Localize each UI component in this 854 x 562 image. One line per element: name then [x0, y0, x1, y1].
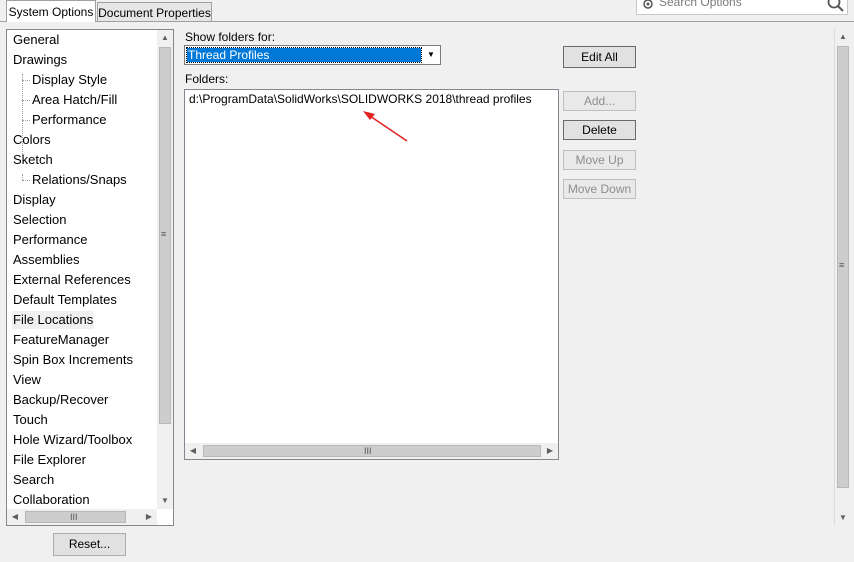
scroll-up-arrow-icon[interactable]: ▲	[835, 29, 851, 45]
tree-connector	[22, 100, 30, 101]
page-scroll-thumb[interactable]: ≡	[837, 46, 849, 488]
tree-item-search[interactable]: Search	[13, 472, 54, 488]
tree-item-sketch[interactable]: Sketch	[13, 152, 53, 168]
tree-item-selection[interactable]: Selection	[13, 212, 66, 228]
search-icon[interactable]	[827, 0, 845, 13]
tree-item-featuremanager[interactable]: FeatureManager	[13, 332, 109, 348]
scroll-right-arrow-icon[interactable]: ▶	[141, 509, 157, 525]
tree-item-drawings-performance[interactable]: Performance	[32, 112, 106, 128]
folders-horizontal-scrollbar[interactable]: ◀ III ▶	[185, 443, 558, 459]
search-input[interactable]: Search Options	[659, 0, 742, 9]
scroll-down-arrow-icon[interactable]: ▼	[157, 493, 173, 509]
tree-connector	[22, 180, 30, 181]
grip-icon: ≡	[839, 260, 845, 270]
reset-button[interactable]: Reset...	[53, 533, 126, 556]
search-box[interactable]: Search Options	[636, 0, 848, 15]
tree-item-default-templates[interactable]: Default Templates	[13, 292, 117, 308]
tree-connector	[22, 80, 30, 81]
grip-icon: III	[70, 512, 78, 522]
show-folders-select[interactable]: Thread Profiles ▼	[184, 45, 441, 65]
tree-item-external-references[interactable]: External References	[13, 272, 131, 288]
tree-item-collaboration[interactable]: Collaboration	[13, 492, 90, 508]
move-down-button[interactable]: Move Down	[563, 179, 636, 199]
tab-document-properties[interactable]: Document Properties	[97, 2, 212, 21]
tree-horizontal-scrollbar[interactable]: ◀ III ▶	[7, 509, 157, 525]
grip-icon: III	[364, 446, 372, 456]
tree-item-general[interactable]: General	[13, 32, 59, 48]
edit-all-button[interactable]: Edit All	[563, 46, 636, 68]
page-vertical-scrollbar[interactable]: ▲ ≡ ▼	[834, 29, 851, 526]
tree-item-spin-box-increments[interactable]: Spin Box Increments	[13, 352, 133, 368]
list-item[interactable]: d:\ProgramData\SolidWorks\SOLIDWORKS 201…	[189, 92, 532, 106]
tree-item-display-style[interactable]: Display Style	[32, 72, 107, 88]
show-folders-selected-value: Thread Profiles	[186, 47, 422, 63]
tree-item-assemblies[interactable]: Assemblies	[13, 252, 79, 268]
tree-hscroll-thumb[interactable]: III	[25, 511, 126, 523]
tree-item-performance[interactable]: Performance	[13, 232, 87, 248]
add-button[interactable]: Add...	[563, 91, 636, 111]
tab-system-options[interactable]: System Options	[6, 0, 96, 22]
tree-vertical-scrollbar[interactable]: ▲ ≡ ▼	[157, 30, 173, 509]
tree-item-display[interactable]: Display	[13, 192, 56, 208]
chevron-down-icon[interactable]: ▼	[422, 46, 440, 64]
scroll-left-arrow-icon[interactable]: ◀	[185, 443, 201, 459]
scroll-left-arrow-icon[interactable]: ◀	[7, 509, 23, 525]
folders-label: Folders:	[185, 72, 229, 86]
tree-connector	[22, 120, 30, 121]
move-up-button[interactable]: Move Up	[563, 150, 636, 170]
options-tree[interactable]: General Drawings Display Style Area Hatc…	[6, 29, 174, 526]
scroll-right-arrow-icon[interactable]: ▶	[542, 443, 558, 459]
gear-icon	[643, 0, 653, 9]
show-folders-label: Show folders for:	[185, 30, 276, 44]
folders-hscroll-thumb[interactable]: III	[203, 445, 541, 457]
tree-item-relations-snaps[interactable]: Relations/Snaps	[32, 172, 127, 188]
tree-item-hole-wizard-toolbox[interactable]: Hole Wizard/Toolbox	[13, 432, 132, 448]
scroll-up-arrow-icon[interactable]: ▲	[157, 30, 173, 46]
tree-item-colors[interactable]: Colors	[13, 132, 51, 148]
tab-divider	[0, 21, 854, 22]
tree-item-file-explorer[interactable]: File Explorer	[13, 452, 86, 468]
annotation-arrow-icon	[363, 111, 408, 142]
tree-scroll-thumb[interactable]: ≡	[159, 47, 171, 424]
scroll-down-arrow-icon[interactable]: ▼	[835, 510, 851, 526]
tree-item-view[interactable]: View	[13, 372, 41, 388]
tree-item-area-hatch-fill[interactable]: Area Hatch/Fill	[32, 92, 117, 108]
grip-icon: ≡	[161, 229, 167, 239]
tree-item-drawings[interactable]: Drawings	[13, 52, 67, 68]
tree-item-touch[interactable]: Touch	[13, 412, 48, 428]
tree-item-backup-recover[interactable]: Backup/Recover	[13, 392, 108, 408]
delete-button[interactable]: Delete	[563, 120, 636, 140]
tree-item-file-locations[interactable]: File Locations	[11, 311, 95, 329]
